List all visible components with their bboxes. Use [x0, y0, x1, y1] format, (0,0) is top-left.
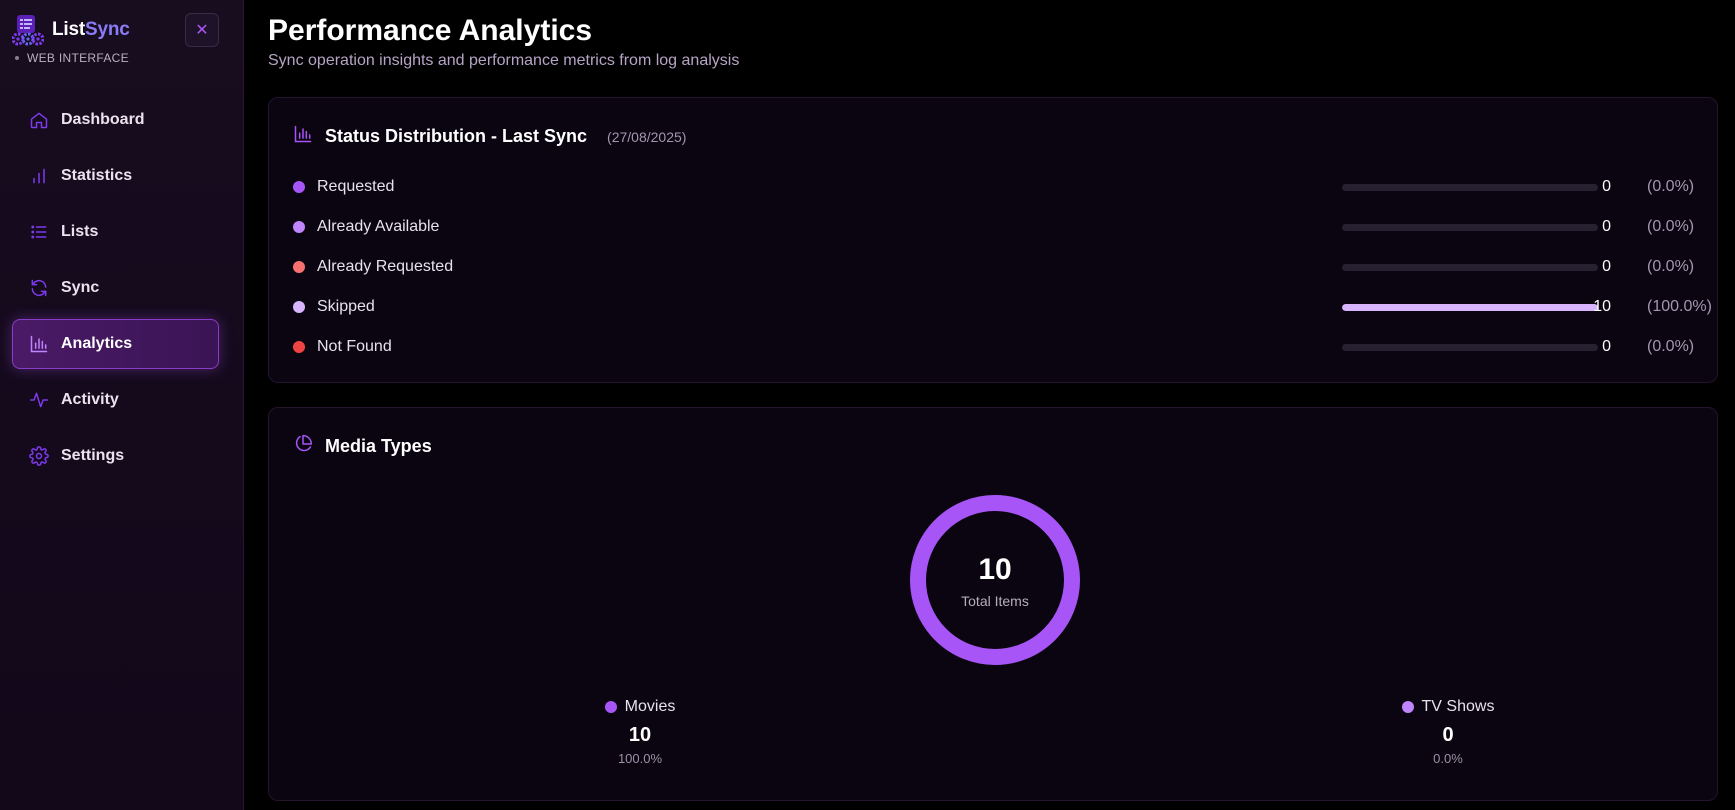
sidebar-item-label: Sync — [61, 279, 100, 296]
status-dot — [293, 221, 305, 233]
status-dot — [293, 181, 305, 193]
legend-value: 0 — [1442, 724, 1454, 746]
status-label: Already Requested — [317, 258, 454, 275]
gear-icon — [29, 446, 49, 466]
status-percent: (0.0%) — [1647, 218, 1695, 235]
status-card-date: (27/08/2025) — [607, 128, 687, 145]
sidebar-item-label: Statistics — [61, 167, 133, 184]
sidebar-item-dashboard[interactable]: Dashboard — [12, 95, 219, 145]
bar-chart-icon — [293, 124, 313, 149]
status-label: Skipped — [317, 298, 375, 315]
legend-dot — [604, 701, 617, 713]
status-progress-bar — [1342, 343, 1598, 351]
pie-chart-icon — [293, 434, 313, 459]
sidebar-item-lists[interactable]: Lists — [12, 207, 219, 257]
status-dot — [293, 301, 305, 313]
total-items-label: Total Items — [961, 593, 1029, 609]
status-count: 0 — [1602, 338, 1611, 355]
page-subtitle: Sync operation insights and performance … — [268, 52, 740, 69]
bullet-dot — [15, 56, 19, 60]
legend-percent: 100.0% — [617, 751, 663, 766]
page-title: Performance Analytics — [268, 14, 593, 47]
home-icon — [29, 110, 49, 130]
status-progress-fill — [1342, 303, 1598, 311]
brand-name-part2: Sync — [84, 19, 130, 40]
sidebar-item-label: Analytics — [61, 335, 133, 352]
sidebar-item-label: Dashboard — [61, 111, 145, 128]
sidebar-nav: Dashboard Statistics Lists Sync Analytic… — [12, 95, 219, 487]
media-card-header: Media Types — [293, 434, 432, 459]
list-icon — [29, 222, 49, 242]
close-icon: ✕ — [195, 22, 209, 39]
status-count: 10 — [1593, 298, 1611, 315]
sidebar-item-activity[interactable]: Activity — [12, 375, 219, 425]
sidebar-item-statistics[interactable]: Statistics — [12, 151, 219, 201]
status-percent: (0.0%) — [1647, 338, 1695, 355]
status-row-skipped: Skipped 10 (100.0%) — [293, 295, 1712, 319]
brand-subtitle-text: WEB INTERFACE — [27, 51, 129, 65]
legend-item-tv-shows: TV Shows 0 0.0% — [1348, 698, 1548, 766]
legend-percent: 0.0% — [1433, 751, 1463, 766]
status-progress-bar — [1342, 263, 1598, 271]
bar-chart-icon — [29, 166, 49, 186]
status-distribution-card: Status Distribution - Last Sync (27/08/2… — [268, 97, 1718, 383]
media-types-card: Media Types 10 Total Items Movies 10 100… — [268, 407, 1718, 801]
sidebar-item-analytics[interactable]: Analytics — [12, 319, 219, 369]
status-label: Already Available — [317, 218, 440, 235]
media-card-title: Media Types — [325, 436, 432, 456]
status-card-title: Status Distribution - Last Sync — [325, 126, 588, 146]
status-percent: (0.0%) — [1647, 178, 1695, 195]
status-progress-bar — [1342, 303, 1598, 311]
legend-item-movies: Movies 10 100.0% — [540, 698, 740, 766]
status-progress-bar — [1342, 183, 1598, 191]
status-dot — [293, 341, 305, 353]
donut-center: 10 Total Items — [909, 494, 1081, 666]
status-row-not-found: Not Found 0 (0.0%) — [293, 335, 1703, 359]
legend-value: 10 — [628, 724, 652, 746]
sidebar-item-settings[interactable]: Settings — [12, 431, 219, 481]
legend-dot — [1401, 701, 1414, 713]
main-content: Performance Analytics Sync operation ins… — [268, 0, 1718, 810]
status-count: 0 — [1602, 178, 1611, 195]
brand-subtitle: WEB INTERFACE — [15, 51, 129, 65]
sidebar-item-sync[interactable]: Sync — [12, 263, 219, 313]
status-percent: (0.0%) — [1647, 258, 1695, 275]
status-card-header: Status Distribution - Last Sync (27/08/2… — [293, 124, 686, 149]
legend-name: TV Shows — [1421, 698, 1495, 715]
activity-icon — [29, 390, 49, 410]
legend-name: Movies — [624, 698, 676, 715]
analytics-icon — [29, 334, 49, 354]
status-row-requested: Requested 0 (0.0%) — [293, 175, 1703, 199]
status-label: Requested — [317, 178, 395, 195]
status-row-already-requested: Already Requested 0 (0.0%) — [293, 255, 1703, 279]
brand[interactable]: ListSync — [12, 14, 130, 46]
status-dot — [293, 261, 305, 273]
brand-name: ListSync — [52, 19, 130, 41]
status-row-already-available: Already Available 0 (0.0%) — [293, 215, 1703, 239]
sidebar-item-label: Settings — [61, 447, 125, 464]
listsync-logo-icon — [12, 15, 44, 46]
status-count: 0 — [1602, 258, 1611, 275]
status-progress-bar — [1342, 223, 1598, 231]
status-label: Not Found — [317, 338, 392, 355]
status-count: 0 — [1602, 218, 1611, 235]
status-percent: (100.0%) — [1647, 298, 1712, 315]
sidebar: ListSync WEB INTERFACE ✕ Dashboard Stati… — [0, 0, 244, 810]
media-donut-chart: 10 Total Items — [909, 494, 1081, 666]
close-sidebar-button[interactable]: ✕ — [185, 13, 219, 47]
sidebar-item-label: Activity — [61, 391, 119, 408]
total-items-value: 10 — [978, 553, 1012, 586]
sidebar-item-label: Lists — [61, 223, 99, 240]
refresh-icon — [29, 278, 49, 298]
brand-name-part1: List — [52, 19, 85, 40]
